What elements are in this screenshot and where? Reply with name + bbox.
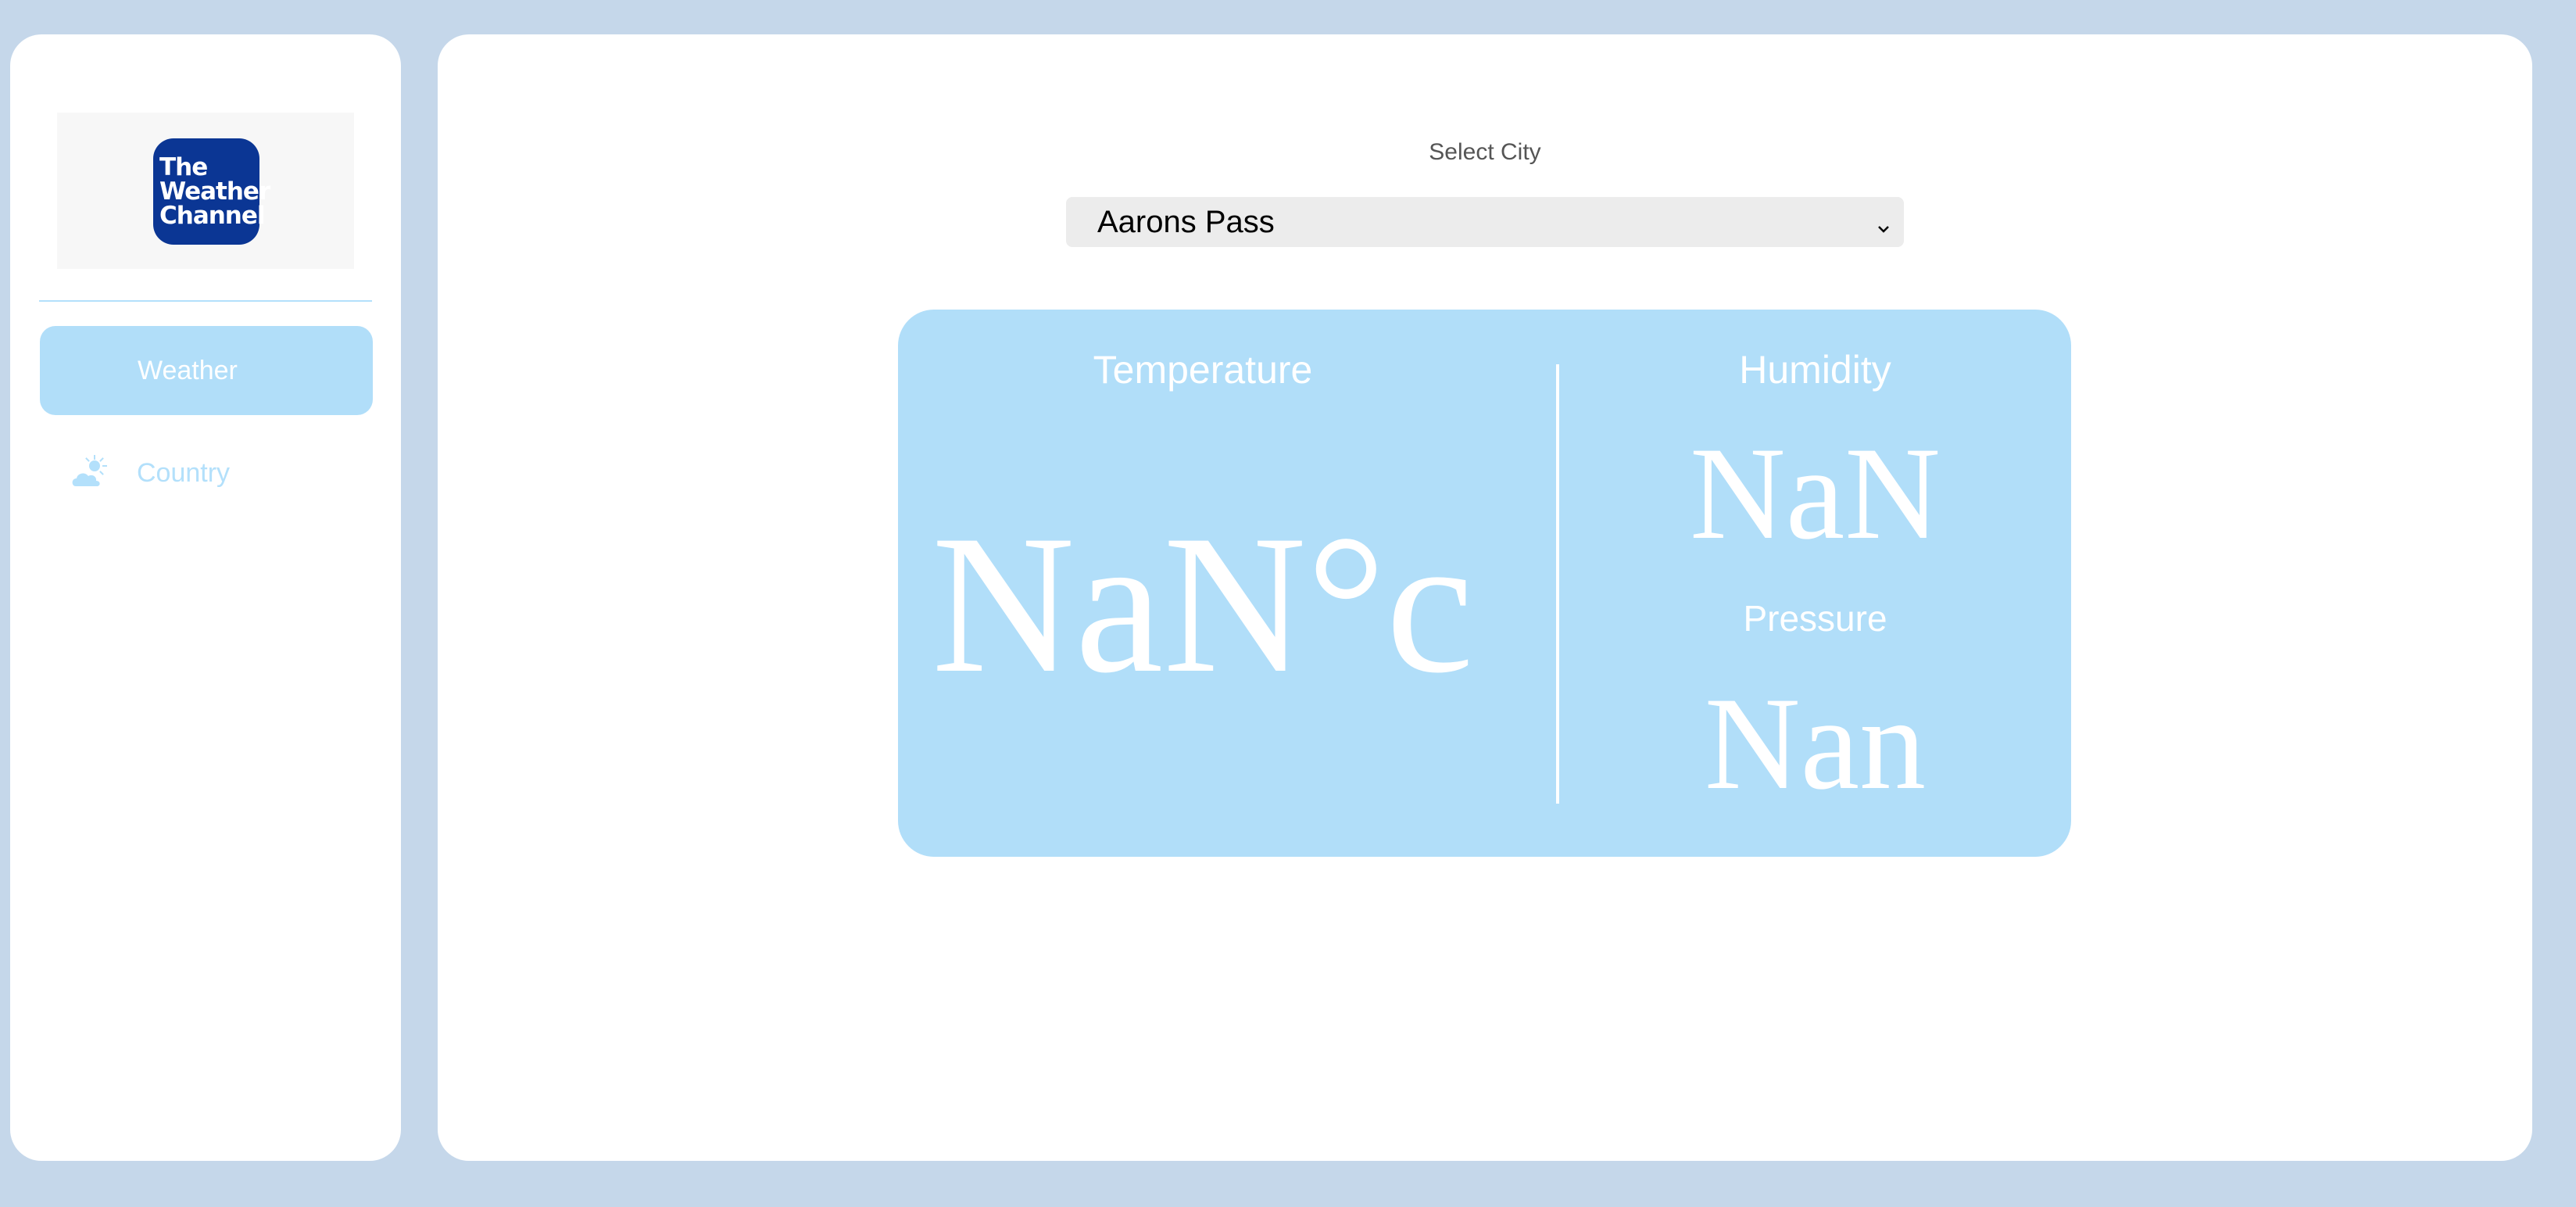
weather-channel-logo: The Weather Channel bbox=[153, 138, 270, 245]
logo-container: The Weather Channel bbox=[57, 113, 354, 269]
select-city-label: Select City bbox=[1429, 139, 1541, 165]
sidebar-item-label: Weather bbox=[138, 355, 238, 385]
humidity-value: NaN bbox=[1690, 420, 1941, 567]
chevron-down-icon bbox=[1874, 211, 1893, 233]
logo-line-2: Weather bbox=[159, 177, 270, 206]
city-select[interactable]: Aarons Pass bbox=[1066, 197, 1904, 247]
temperature-label: Temperature bbox=[1093, 348, 1313, 392]
weather-card: Temperature NaN°c Humidity NaN Pressure … bbox=[898, 310, 2071, 857]
city-select-value: Aarons Pass bbox=[1097, 204, 1275, 239]
humidity-label: Humidity bbox=[1739, 348, 1891, 392]
pressure-label: Pressure bbox=[1743, 598, 1887, 639]
sidebar-item-country[interactable]: Country bbox=[40, 428, 373, 518]
sidebar-item-label: Country bbox=[137, 457, 231, 488]
partly-cloudy-icon bbox=[70, 453, 109, 492]
sidebar-item-weather[interactable]: Weather bbox=[40, 326, 373, 415]
pressure-value: Nan bbox=[1704, 670, 1927, 817]
temperature-value: NaN°c bbox=[932, 494, 1474, 714]
logo-line-3: Channel bbox=[159, 201, 266, 230]
sidebar-divider bbox=[39, 300, 372, 302]
main-panel: Select City Aarons Pass Temperature NaN°… bbox=[438, 34, 2532, 1161]
logo-line-1: The bbox=[159, 152, 208, 181]
sidebar: The Weather Channel Weather Country bbox=[10, 34, 401, 1161]
